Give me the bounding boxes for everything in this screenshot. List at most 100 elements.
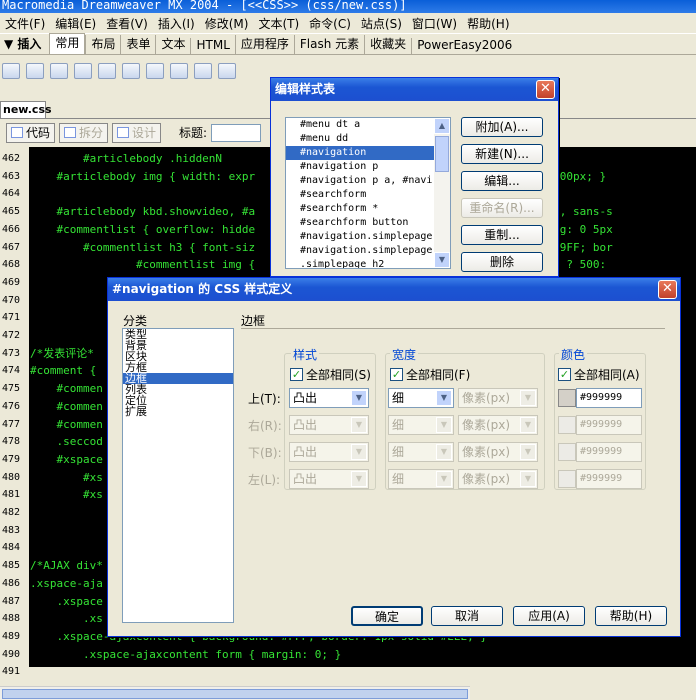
apply-button[interactable]: 应用(A) [513,606,585,626]
color-left-swatch [558,470,576,488]
named-anchor-icon[interactable] [50,63,68,79]
line-number: 486 [2,577,21,589]
tab-forms[interactable]: 表单 [120,35,155,54]
tab-html[interactable]: HTML [190,38,234,54]
menu-window[interactable]: 窗口(W) [407,15,462,32]
media-icon[interactable] [122,63,140,79]
style-same-all-checkbox[interactable]: ✓ 全部相同(S) [290,366,371,383]
scroll-down-icon[interactable]: ▼ [434,252,450,268]
selector-items: #menu dt a #menu dd #navigation #navigation… [286,118,450,268]
color-same-all-label: 全部相同(A) [574,368,640,382]
color-right-field: #999999 [576,415,642,435]
color-bottom-swatch [558,443,576,461]
menu-commands[interactable]: 命令(C) [304,15,356,32]
close-icon[interactable]: ✕ [658,280,677,299]
delete-button[interactable]: 删除 [461,252,543,272]
table-icon[interactable] [74,63,92,79]
menu-insert[interactable]: 插入(I) [153,15,200,32]
category-item[interactable]: 扩展 [123,406,233,417]
selector-item[interactable]: #navigation.simplepage [286,230,450,244]
tab-favorites[interactable]: 收藏夹 [364,35,411,54]
templates-icon[interactable] [194,63,212,79]
tab-text[interactable]: 文本 [155,35,190,54]
selector-item[interactable]: #menu dt a [286,118,450,132]
email-link-icon[interactable] [26,63,44,79]
selector-scrollbar[interactable]: ▲ ▼ [434,118,450,268]
selector-item[interactable]: #searchform * [286,202,450,216]
selector-list[interactable]: #menu dt a #menu dd #navigation #navigation… [285,117,451,269]
hyperlink-icon[interactable] [2,63,20,79]
selector-item[interactable]: #navigation p a, #navi [286,174,450,188]
selector-item[interactable]: #navigation p [286,160,450,174]
tab-application[interactable]: 应用程序 [234,35,294,54]
chevron-down-icon: ▼ [520,390,536,406]
menu-site[interactable]: 站点(S) [356,15,407,32]
selector-item[interactable]: #searchform [286,188,450,202]
width-top-value: 细 [392,391,405,405]
selector-item[interactable]: #navigation [286,146,450,160]
tag-chooser-icon[interactable] [218,63,236,79]
line-number: 471 [2,312,21,324]
insert-panel-toggle[interactable]: ▼ 插入 [0,35,49,54]
document-tab[interactable]: new.css [0,101,52,118]
selector-item[interactable]: #navigation.simplepage [286,244,450,258]
design-view-button[interactable]: 设计 [112,122,162,143]
menu-edit[interactable]: 编辑(E) [50,15,101,32]
selector-item[interactable]: #menu dd [286,132,450,146]
title-input[interactable] [211,123,262,142]
checkmark-icon: ✓ [390,368,403,381]
width-same-all-checkbox[interactable]: ✓ 全部相同(F) [390,366,470,383]
row-top-label: 上(T): [248,392,281,406]
unit-left-select: 像素(px) ▼ [458,469,538,489]
ok-button[interactable]: 确定 [351,606,423,626]
menu-file[interactable]: 文件(F) [0,15,50,32]
image-icon[interactable] [98,63,116,79]
menu-text[interactable]: 文本(T) [253,15,304,32]
color-top-swatch[interactable] [558,389,576,407]
line-number: 479 [2,453,21,465]
code-view-button[interactable]: 代码 [6,122,56,143]
category-list[interactable]: 类型 背景 区块 方框 边框 列表 定位 扩展 [122,328,234,623]
css-rule-definition-dialog: #navigation 的 CSS 样式定义 ✕ 分类 类型 背景 区块 方框 边框 列表… [107,277,681,637]
new-button[interactable]: 新建(N)... [461,144,543,164]
code-line: #commen [30,382,103,396]
duplicate-button[interactable]: 重制... [461,225,543,245]
unit-top-select: 像素(px) ▼ [458,388,538,408]
selector-item[interactable]: .simplepage h2 [286,258,450,268]
style-top-select[interactable]: 凸出 ▼ [289,388,369,408]
tab-flash[interactable]: Flash 元素 [293,35,364,54]
design-view-icon [117,127,130,138]
code-line: .xspace [30,594,103,608]
color-same-all-checkbox[interactable]: ✓ 全部相同(A) [558,366,640,383]
category-items: 类型 背景 区块 方框 边框 列表 定位 扩展 [123,329,233,417]
selector-item[interactable]: #searchform button [286,216,450,230]
horizontal-scrollbar[interactable] [0,686,470,700]
line-number: 470 [2,294,21,306]
comment-icon[interactable] [170,63,188,79]
scroll-thumb[interactable] [435,136,449,172]
date-icon[interactable] [146,63,164,79]
line-number: 482 [2,507,21,518]
style-left-select: 凸出 ▼ [289,469,369,489]
menu-help[interactable]: 帮助(H) [462,15,514,32]
color-top-field[interactable]: #999999 [576,388,642,408]
menu-view[interactable]: 查看(V) [101,15,153,32]
width-right-value: 细 [392,418,405,432]
cancel-button[interactable]: 取消 [431,606,503,626]
tab-powereasy[interactable]: PowerEasy2006 [411,38,517,54]
menu-modify[interactable]: 修改(M) [200,15,254,32]
tab-common[interactable]: 常用 [49,33,86,54]
tab-layout[interactable]: 布局 [85,35,120,54]
split-view-button[interactable]: 拆分 [59,122,109,143]
attach-button[interactable]: 附加(A)... [461,117,543,137]
style-bottom-select: 凸出 ▼ [289,442,369,462]
line-number: 483 [2,524,21,536]
close-icon[interactable]: ✕ [536,80,555,99]
width-top-select[interactable]: 细 ▼ [388,388,454,408]
width-bottom-select: 细 ▼ [388,442,454,462]
edit-button[interactable]: 编辑... [461,171,543,191]
scroll-up-icon[interactable]: ▲ [434,118,450,134]
scrollbar-thumb[interactable] [2,689,468,699]
code-view-label: 代码 [26,126,51,140]
help-button[interactable]: 帮助(H) [595,606,667,626]
